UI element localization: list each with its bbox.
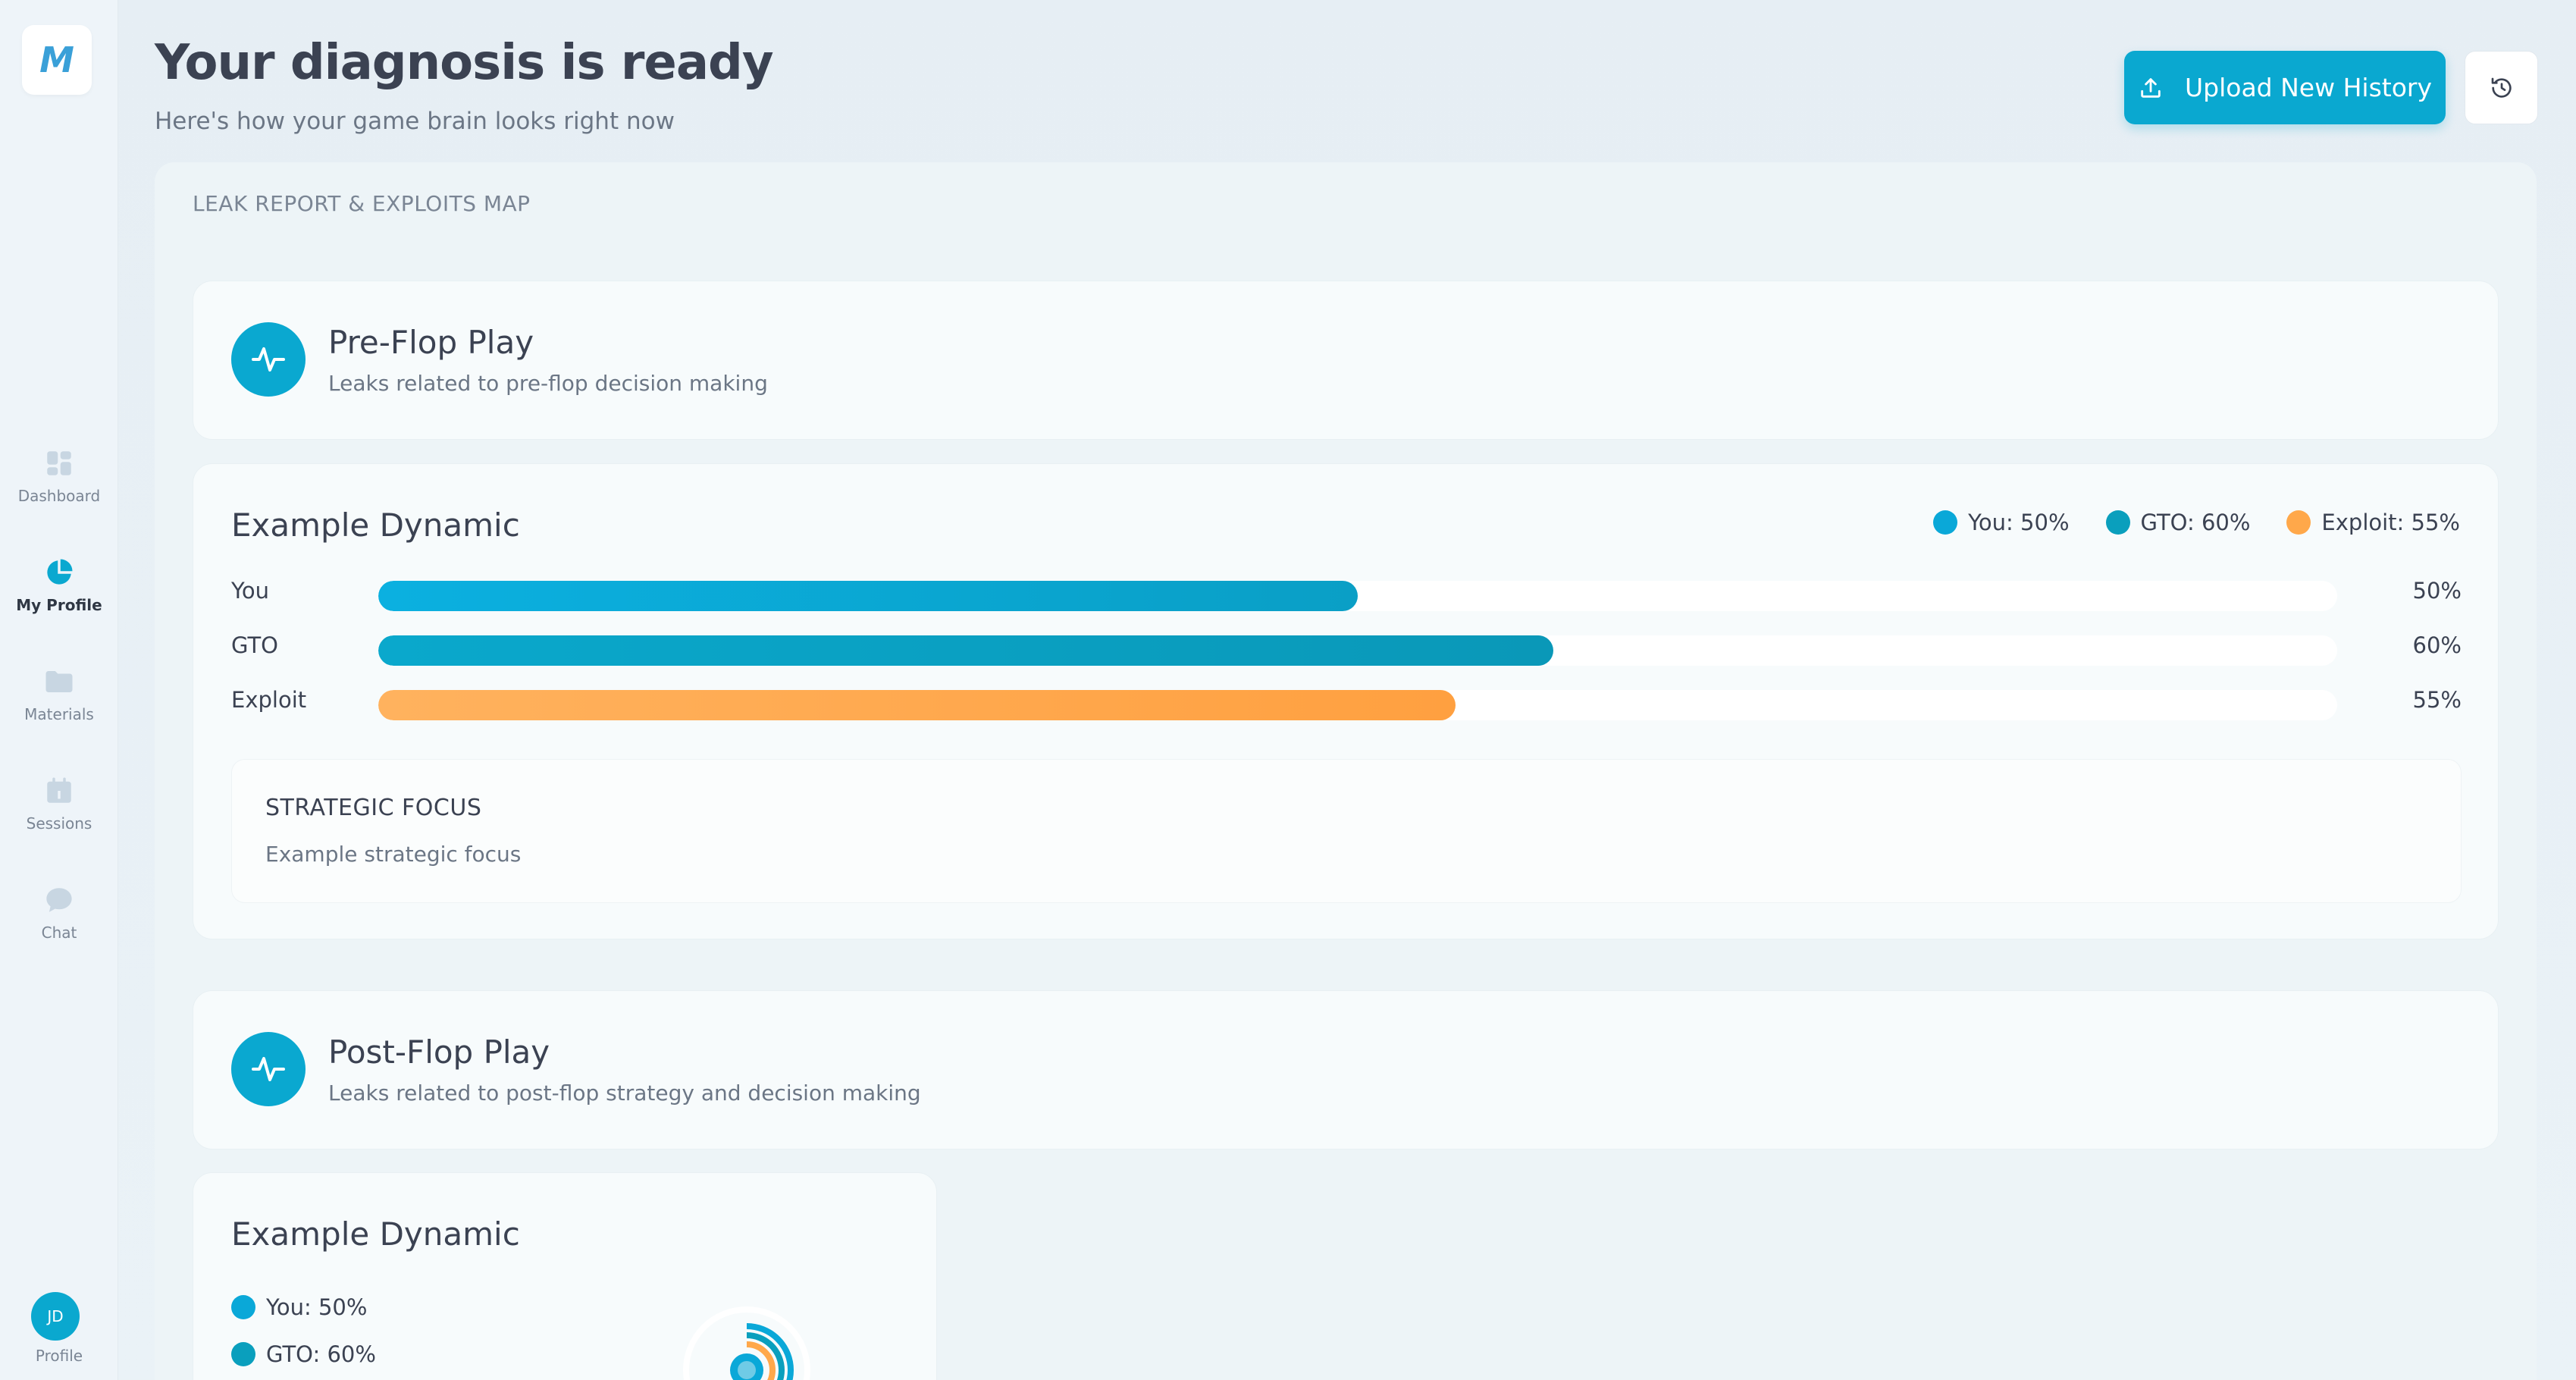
strategic-focus-title: STRATEGIC FOCUS — [265, 795, 482, 821]
radial-center-core — [738, 1361, 756, 1379]
chart-legend: You: 50% GTO: 60% Exploit: 55% — [1933, 510, 2460, 535]
calendar-icon — [47, 777, 71, 803]
pulse-icon — [231, 322, 306, 397]
sidebar-item-label: Materials — [24, 705, 94, 723]
radial-chart — [683, 1306, 810, 1380]
bar-value-label: 60% — [2412, 632, 2462, 658]
history-button[interactable] — [2465, 51, 2538, 124]
dynamic-card-bars: Example Dynamic You: 50% GTO: 60% Exploi… — [193, 463, 2499, 939]
bar-you — [378, 581, 1358, 611]
dashboard-icon — [47, 451, 71, 475]
bar-label: You — [231, 578, 269, 604]
bar-row-gto: GTO 60% — [231, 632, 2462, 666]
upload-new-history-button[interactable]: Upload New History — [2124, 51, 2446, 124]
legend-label: GTO: 60% — [266, 1341, 376, 1367]
strategic-focus-box: STRATEGIC FOCUS Example strategic focus — [231, 759, 2462, 903]
legend-label: You: 50% — [1968, 510, 2070, 535]
chat-bubble-icon — [46, 888, 72, 912]
legend-item-gto: GTO: 60% — [231, 1341, 376, 1367]
sidebar: M Dashboard My Profile Materials Session… — [0, 0, 118, 1380]
sidebar-item-my-profile[interactable]: My Profile — [0, 557, 118, 632]
legend-label: Exploit: 55% — [2321, 510, 2460, 535]
dynamic-title: Example Dynamic — [231, 507, 520, 544]
legend-item-you: You: 50% — [1933, 510, 2070, 535]
bar-track — [378, 690, 2337, 720]
upload-icon — [2141, 77, 2161, 98]
bar-label: GTO — [231, 632, 278, 658]
bar-gto — [378, 635, 1554, 666]
pulse-icon — [231, 1032, 306, 1106]
page-subtitle: Here's how your game brain looks right n… — [155, 108, 675, 135]
section-description: Leaks related to post-flop strategy and … — [328, 1080, 921, 1106]
sidebar-item-dashboard[interactable]: Dashboard — [0, 447, 118, 523]
bar-track — [378, 581, 2337, 611]
section-title: Pre-Flop Play — [328, 324, 534, 361]
chart-legend: You: 50% GTO: 60% — [231, 1294, 376, 1380]
panel-label: LEAK REPORT & EXPLOITS MAP — [193, 191, 531, 216]
legend-dot-you — [231, 1295, 255, 1319]
legend-label: You: 50% — [266, 1294, 368, 1320]
page-title: Your diagnosis is ready — [155, 35, 774, 91]
legend-dot-exploit — [2286, 510, 2311, 535]
legend-dot-you — [1933, 510, 1958, 535]
sidebar-item-label: Dashboard — [17, 487, 101, 505]
sidebar-item-label: Sessions — [26, 814, 92, 833]
bar-value-label: 50% — [2412, 578, 2462, 604]
legend-label: GTO: 60% — [2140, 510, 2251, 535]
bar-row-you: You 50% — [231, 578, 2462, 611]
legend-item-you: You: 50% — [231, 1294, 376, 1320]
bar-value-label: 55% — [2412, 687, 2462, 713]
sidebar-item-sessions[interactable]: Sessions — [0, 775, 118, 851]
dynamic-title: Example Dynamic — [231, 1215, 520, 1253]
pie-chart-icon — [47, 559, 73, 585]
avatar[interactable]: JD — [31, 1292, 80, 1341]
section-card-preflop: Pre-Flop Play Leaks related to pre-flop … — [193, 281, 2499, 440]
logo-letter: M — [39, 39, 74, 80]
sidebar-item-label: My Profile — [16, 596, 102, 614]
sidebar-item-materials[interactable]: Materials — [0, 666, 118, 742]
legend-dot-gto — [231, 1342, 255, 1366]
legend-item-gto: GTO: 60% — [2105, 510, 2251, 535]
section-description: Leaks related to pre-flop decision makin… — [328, 371, 768, 396]
folder-icon — [45, 671, 73, 692]
bar-exploit — [378, 690, 1456, 720]
upload-button-label: Upload New History — [2185, 73, 2432, 102]
app-logo[interactable]: M — [22, 25, 92, 95]
avatar-initials: JD — [47, 1307, 64, 1325]
bar-row-exploit: Exploit 55% — [231, 687, 2462, 720]
section-title: Post-Flop Play — [328, 1033, 550, 1071]
strategic-focus-text: Example strategic focus — [265, 842, 522, 867]
sidebar-item-chat[interactable]: Chat — [0, 884, 118, 960]
profile-label[interactable]: Profile — [0, 1347, 118, 1365]
dynamic-card-radial: Example Dynamic You: 50% GTO: 60% — [193, 1172, 937, 1380]
section-card-postflop: Post-Flop Play Leaks related to post-flo… — [193, 990, 2499, 1149]
legend-item-exploit: Exploit: 55% — [2286, 510, 2460, 535]
bar-label: Exploit — [231, 687, 307, 713]
legend-dot-gto — [2105, 510, 2130, 535]
sidebar-item-label: Chat — [41, 924, 77, 942]
history-icon — [2491, 77, 2512, 98]
bar-track — [378, 635, 2337, 666]
leak-report-panel: LEAK REPORT & EXPLOITS MAP Pre-Flop Play… — [155, 162, 2537, 1380]
